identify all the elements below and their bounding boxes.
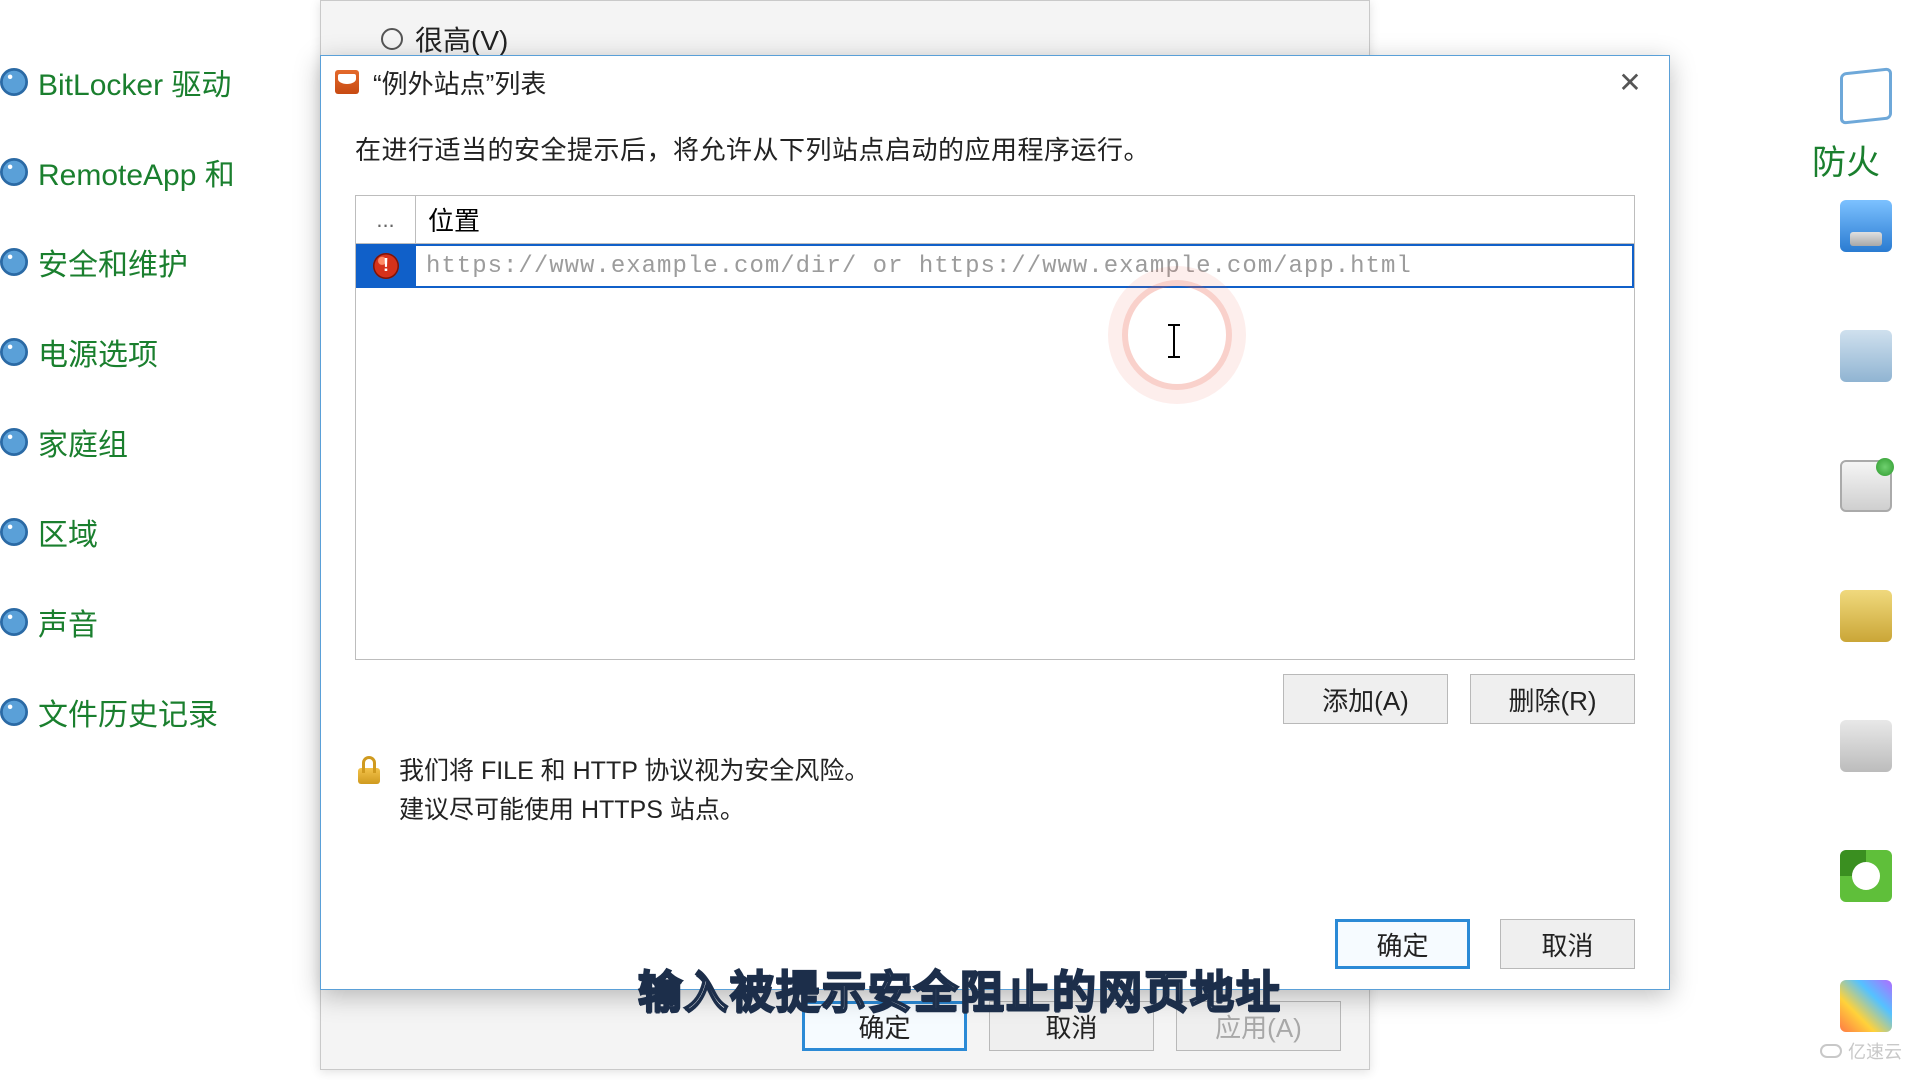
cp-item-sound[interactable]: 声音 xyxy=(0,600,300,644)
cp-item-security-maintenance[interactable]: 安全和维护 xyxy=(0,240,300,284)
watermark-text: 亿速云 xyxy=(1848,1038,1902,1064)
control-panel-items-left: BitLocker 驱动 RemoteApp 和 安全和维护 电源选项 家庭组 … xyxy=(0,0,300,1080)
radio-label: 很高(V) xyxy=(415,19,508,59)
add-button[interactable]: 添加(A) xyxy=(1283,674,1448,724)
document-icon[interactable] xyxy=(1840,67,1892,124)
cancel-button[interactable]: 取消 xyxy=(1500,919,1635,969)
storage-spaces-icon[interactable] xyxy=(1840,330,1892,382)
hint-line-2: 建议尽可能使用 HTTPS 站点。 xyxy=(399,791,869,830)
list-header: ... 位置 xyxy=(356,196,1634,244)
remoteapp-icon xyxy=(0,158,28,186)
hint-line-1: 我们将 FILE 和 HTTP 协议视为安全风险。 xyxy=(399,752,869,791)
cp-item-label: 声音 xyxy=(38,600,98,644)
watermark-icon xyxy=(1820,1044,1842,1058)
cp-item-remoteapp[interactable]: RemoteApp 和 xyxy=(0,150,300,194)
cp-item-file-history[interactable]: 文件历史记录 xyxy=(0,690,300,734)
cp-item-label: 电源选项 xyxy=(38,330,158,374)
security-hint: 我们将 FILE 和 HTTP 协议视为安全风险。 建议尽可能使用 HTTPS … xyxy=(355,752,1635,830)
java-icon xyxy=(335,70,359,94)
header-icon-col[interactable]: ... xyxy=(356,196,416,243)
security-level-very-high-row[interactable]: 很高(V) xyxy=(381,19,508,59)
site-row-status-cell xyxy=(356,244,416,288)
sound-icon xyxy=(0,608,28,636)
radio-unchecked-icon xyxy=(381,28,403,50)
remove-button[interactable]: 删除(R) xyxy=(1470,674,1635,724)
cp-item-region[interactable]: 区域 xyxy=(0,510,300,554)
cp-item-power-options[interactable]: 电源选项 xyxy=(0,330,300,374)
close-button[interactable]: ✕ xyxy=(1605,63,1655,101)
filehistory-icon xyxy=(0,698,28,726)
personalization-icon[interactable] xyxy=(1840,980,1892,1032)
cp-item-label: RemoteApp 和 xyxy=(38,150,235,194)
devices-icon[interactable] xyxy=(1840,720,1892,772)
video-subtitle: 输入被提示安全阻止的网页地址 xyxy=(638,956,1282,1020)
warning-icon xyxy=(373,253,399,279)
region-icon xyxy=(0,518,28,546)
ok-button[interactable]: 确定 xyxy=(1335,919,1470,969)
usb-windows-icon[interactable] xyxy=(1840,200,1892,252)
dialog-title: “例外站点”列表 xyxy=(373,64,546,101)
cp-item-label: 安全和维护 xyxy=(38,240,188,284)
cp-item-label: BitLocker 驱动 xyxy=(38,60,231,104)
lock-open-icon xyxy=(355,756,383,784)
bitlocker-icon xyxy=(0,68,28,96)
site-url-input[interactable] xyxy=(424,246,1624,286)
homegroup-icon xyxy=(0,428,28,456)
cp-item-homegroup[interactable]: 家庭组 xyxy=(0,420,300,464)
cp-item-label: 区域 xyxy=(38,510,98,554)
site-row[interactable] xyxy=(356,244,1634,288)
cp-item-label: 家庭组 xyxy=(38,420,128,464)
close-icon: ✕ xyxy=(1618,66,1641,99)
network-tower-icon[interactable] xyxy=(1840,460,1892,512)
cp-item-bitlocker[interactable]: BitLocker 驱动 xyxy=(0,60,300,104)
site-row-url-cell[interactable] xyxy=(416,244,1634,288)
text-cursor-icon xyxy=(1173,324,1175,358)
dialog-description: 在进行适当的安全提示后，将允许从下列站点启动的应用程序运行。 xyxy=(355,130,1635,167)
sync-center-icon[interactable] xyxy=(1840,850,1892,902)
exception-site-list: ... 位置 xyxy=(355,195,1635,660)
cp-item-label: 文件历史记录 xyxy=(38,690,218,734)
power-icon xyxy=(0,338,28,366)
watermark: 亿速云 xyxy=(1820,1038,1902,1064)
dialog-titlebar[interactable]: “例外站点”列表 ✕ xyxy=(321,56,1669,108)
security-icon xyxy=(0,248,28,276)
control-panel-items-right xyxy=(1830,70,1902,1032)
safe-icon[interactable] xyxy=(1840,590,1892,642)
header-location-col[interactable]: 位置 xyxy=(416,196,1634,243)
exception-site-list-dialog: “例外站点”列表 ✕ 在进行适当的安全提示后，将允许从下列站点启动的应用程序运行… xyxy=(320,55,1670,990)
